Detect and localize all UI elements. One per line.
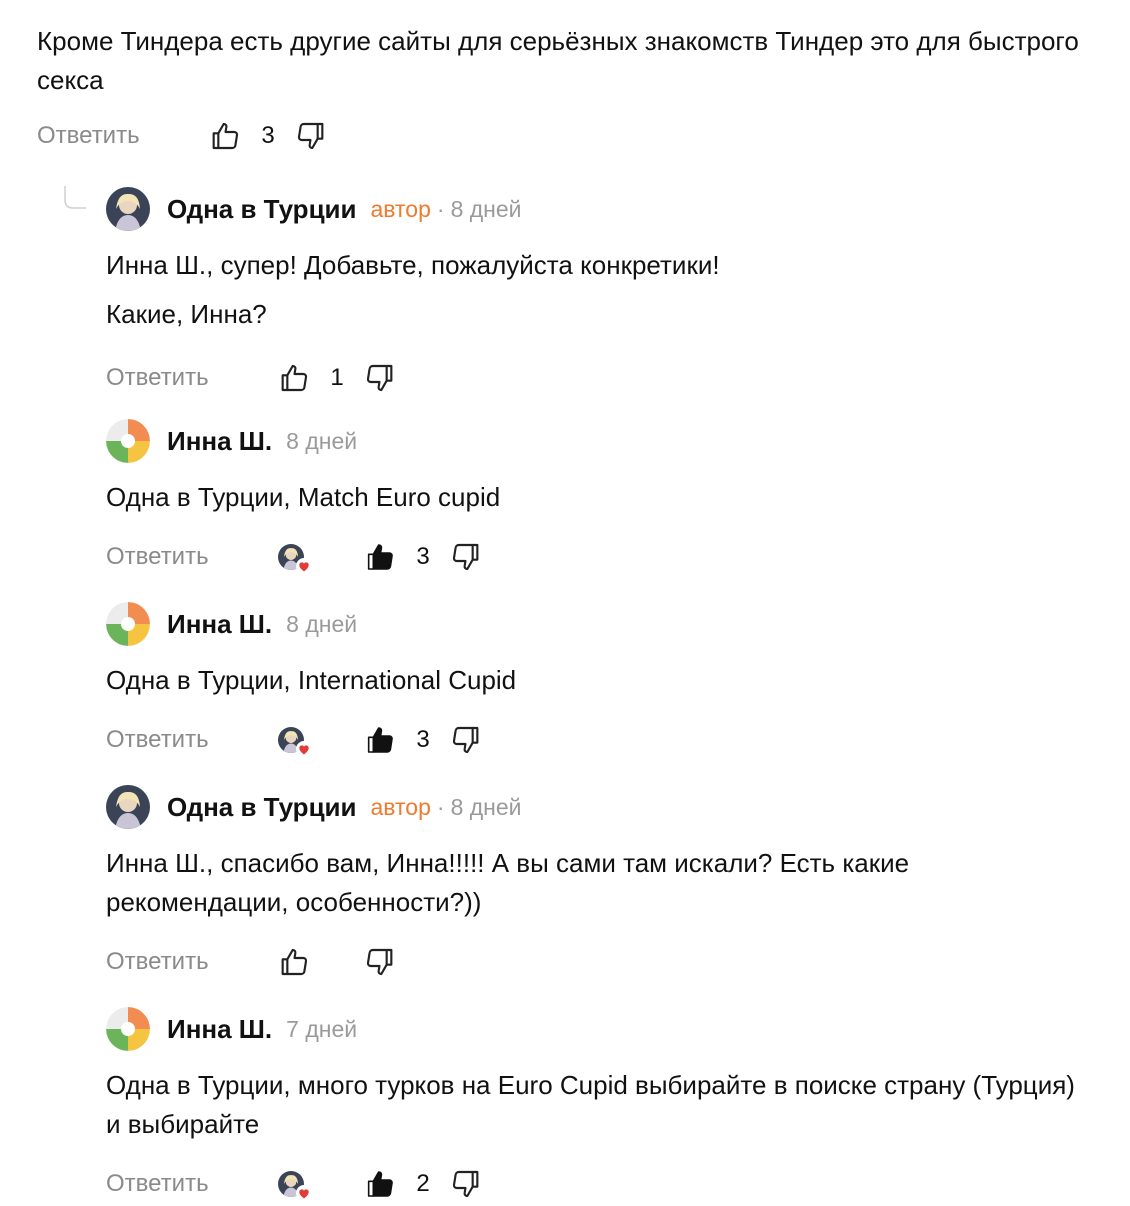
like-count: 3 xyxy=(416,543,430,570)
avatar[interactable] xyxy=(106,785,150,829)
reply-actions: Ответить 3 xyxy=(106,537,1086,577)
reply-button[interactable]: Ответить xyxy=(37,122,207,150)
separator: · xyxy=(436,195,445,222)
reply-button[interactable]: Ответить xyxy=(106,543,276,571)
thumbs-down-icon[interactable] xyxy=(448,539,484,575)
reply-header: Инна Ш. 8 дней xyxy=(106,418,1086,464)
thumbs-down-icon[interactable] xyxy=(362,944,398,980)
comment-text: Кроме Тиндера есть другие сайты для серь… xyxy=(37,26,1087,95)
reply-text: Инна Ш., спасибо вам, Инна!!!!! А вы сам… xyxy=(106,844,1086,922)
thumbs-up-icon[interactable] xyxy=(362,1166,398,1202)
reply-actions: Ответить 2 xyxy=(106,1164,1086,1204)
author-liked-indicator xyxy=(278,727,312,757)
comment-date: 8 дней xyxy=(286,427,358,454)
avatar[interactable] xyxy=(106,1007,150,1051)
reply-line: Инна Ш., спасибо вам, Инна!!!!! А вы сам… xyxy=(106,848,910,917)
separator: · xyxy=(436,793,445,820)
reply-text: Одна в Турции, International Cupid xyxy=(106,661,1086,700)
avatar[interactable] xyxy=(106,419,150,463)
like-count: 3 xyxy=(416,726,430,753)
reply-item: Инна Ш. 8 дней Одна в Турции, Match Euro… xyxy=(106,418,1086,577)
author-name[interactable]: Инна Ш. xyxy=(167,1014,272,1045)
heart-icon xyxy=(296,741,312,757)
reply-item: Одна в Турции автор · 8 дней Инна Ш., сп… xyxy=(106,784,1086,982)
reply-line: Одна в Турции, International Cupid xyxy=(106,665,517,695)
reply-line: Одна в Турции, много турков на Euro Cupi… xyxy=(106,1070,1075,1139)
reply-item: Инна Ш. 8 дней Одна в Турции, Internatio… xyxy=(106,601,1086,760)
author-liked-indicator xyxy=(278,544,312,574)
reply-actions: Ответить 1 xyxy=(106,358,1086,398)
reply-header: Инна Ш. 7 дней xyxy=(106,1006,1086,1052)
thumbs-up-icon[interactable] xyxy=(276,944,312,980)
comment: Кроме Тиндера есть другие сайты для серь… xyxy=(37,22,1097,156)
reply-actions: Ответить xyxy=(106,942,1086,982)
reply-line: Инна Ш., супер! Добавьте, пожалуйста кон… xyxy=(106,250,720,280)
reply-header: Инна Ш. 8 дней xyxy=(106,601,1086,647)
comment-date: 8 дней xyxy=(286,610,358,637)
reply-button[interactable]: Ответить xyxy=(106,364,276,392)
comment-actions: Ответить 3 xyxy=(37,116,1097,156)
comment-date: 8 дней xyxy=(450,793,522,820)
like-count: 3 xyxy=(261,122,275,149)
thread-connector xyxy=(64,186,86,210)
thumbs-down-icon[interactable] xyxy=(362,360,398,396)
reply-actions: Ответить 3 xyxy=(106,720,1086,760)
comment-date: 8 дней xyxy=(450,195,522,222)
thumbs-up-icon[interactable] xyxy=(362,539,398,575)
avatar[interactable] xyxy=(106,602,150,646)
avatar[interactable] xyxy=(106,187,150,231)
thumbs-down-icon[interactable] xyxy=(448,722,484,758)
like-count: 1 xyxy=(330,364,344,391)
thumbs-up-icon[interactable] xyxy=(207,118,243,154)
reply-button[interactable]: Ответить xyxy=(106,948,276,976)
reply-line: Одна в Турции, Match Euro cupid xyxy=(106,482,501,512)
author-name[interactable]: Одна в Турции xyxy=(167,194,357,225)
like-count: 2 xyxy=(416,1170,430,1197)
reply-line: Какие, Инна? xyxy=(106,299,267,329)
author-badge: автор xyxy=(370,195,431,222)
heart-icon xyxy=(296,558,312,574)
reply-button[interactable]: Ответить xyxy=(106,726,276,754)
heart-icon xyxy=(296,1185,312,1201)
reply-text: Одна в Турции, много турков на Euro Cupi… xyxy=(106,1066,1086,1144)
reply-item: Инна Ш. 7 дней Одна в Турции, много турк… xyxy=(106,1006,1086,1204)
author-name[interactable]: Инна Ш. xyxy=(167,609,272,640)
thumbs-up-icon[interactable] xyxy=(362,722,398,758)
author-name[interactable]: Инна Ш. xyxy=(167,426,272,457)
author-name[interactable]: Одна в Турции xyxy=(167,792,357,823)
author-badge: автор xyxy=(370,793,431,820)
author-liked-indicator xyxy=(278,1171,312,1201)
reply-header: Одна в Турции автор · 8 дней xyxy=(106,186,1086,232)
thumbs-down-icon[interactable] xyxy=(293,118,329,154)
comment-date: 7 дней xyxy=(286,1015,358,1042)
reply-item: Одна в Турции автор · 8 дней Инна Ш., су… xyxy=(106,186,1086,398)
reply-header: Одна в Турции автор · 8 дней xyxy=(106,784,1086,830)
thumbs-down-icon[interactable] xyxy=(448,1166,484,1202)
reply-button[interactable]: Ответить xyxy=(106,1170,276,1198)
thumbs-up-icon[interactable] xyxy=(276,360,312,396)
reply-text: Одна в Турции, Match Euro cupid xyxy=(106,478,1086,517)
reply-text: Инна Ш., супер! Добавьте, пожалуйста кон… xyxy=(106,246,1086,334)
